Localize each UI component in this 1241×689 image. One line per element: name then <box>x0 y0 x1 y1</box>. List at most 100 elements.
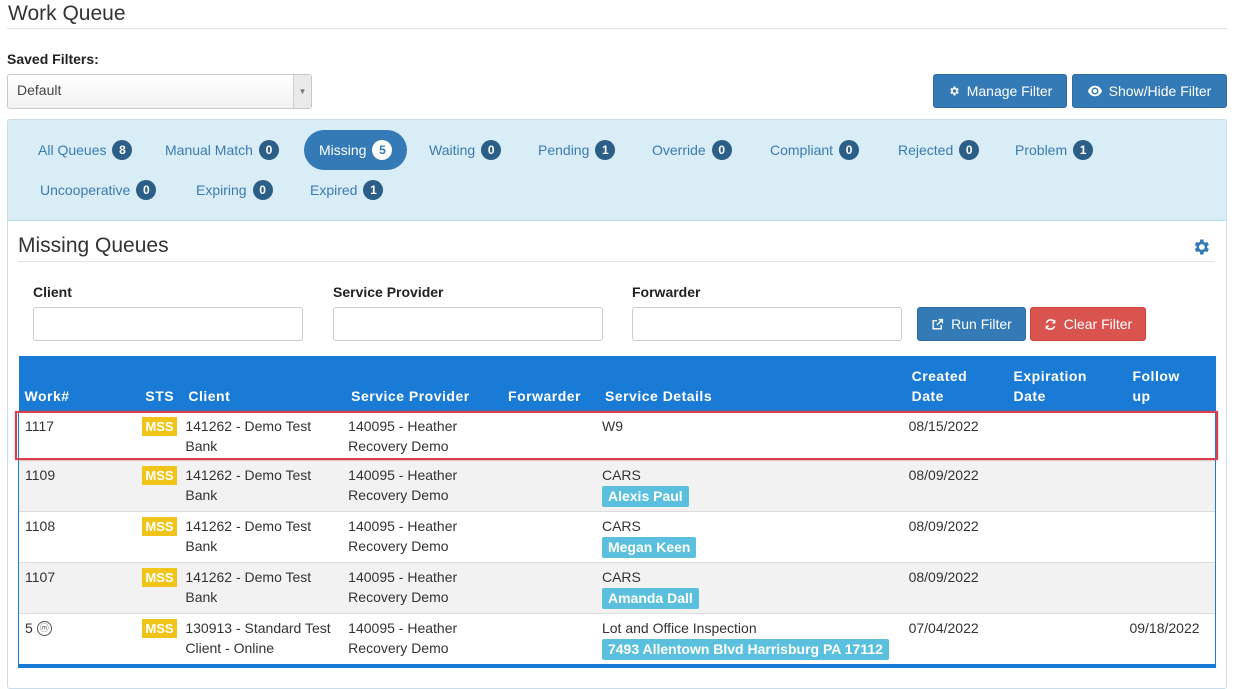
work-number-cell[interactable]: 1109 <box>18 459 140 511</box>
provider-line: 140095 - Heather <box>348 619 458 636</box>
tab-compliant[interactable]: Compliant 0 <box>770 130 860 170</box>
tab-uncooperative[interactable]: Uncooperative 0 <box>40 170 157 210</box>
forwarder-cell <box>502 410 599 460</box>
table-row[interactable]: 5 ⓜ MSS 130913 - Standard Test Client - On… <box>18 612 1217 666</box>
chevron-down-icon: ▼ <box>293 75 311 108</box>
forwarder-cell <box>502 510 599 562</box>
column-header-client[interactable]: Client <box>182 356 346 411</box>
column-header-work[interactable]: Work# <box>18 356 140 411</box>
provider-cell: 140095 - Heather Recovery Demo <box>345 612 503 666</box>
client-line: 130913 - Standard Test <box>185 619 331 636</box>
client-line: 141262 - Demo Test <box>185 568 312 585</box>
table-row[interactable]: 1117 MSS 141262 - Demo Test Bank 140095 -… <box>18 410 1217 460</box>
provider-filter-label: Service Provider <box>333 284 444 300</box>
header-line: Created <box>911 367 968 384</box>
work-number-cell[interactable]: 1108 <box>18 510 140 562</box>
forwarder-filter-label: Forwarder <box>632 284 701 300</box>
tab-label: Expired <box>310 182 358 198</box>
status-cell: MSS <box>139 561 183 613</box>
header-line: Date <box>911 387 944 404</box>
header-line: Expiration <box>1013 367 1087 384</box>
status-badge: MSS <box>142 567 177 587</box>
provider-line: 140095 - Heather <box>348 466 458 483</box>
table-row[interactable]: 1107 MSS 141262 - Demo Test Bank 140095 -… <box>18 561 1217 613</box>
tab-count-badge: 0 <box>136 180 157 200</box>
tab-label: All Queues <box>38 142 107 158</box>
status-cell: MSS <box>139 612 183 666</box>
tab-missing[interactable]: Missing 5 <box>304 130 408 170</box>
tab-count-badge: 0 <box>258 140 279 160</box>
created-date-cell: 07/04/2022 <box>905 612 1008 666</box>
header-line: up <box>1132 387 1151 404</box>
detail-text: CARS <box>601 517 641 534</box>
created-date-cell: 08/09/2022 <box>905 459 1008 511</box>
status-cell: MSS <box>139 459 183 511</box>
column-header-created[interactable]: Created Date <box>905 356 1008 411</box>
tab-problem[interactable]: Problem 1 <box>1015 130 1094 170</box>
clear-filter-label: Clear Filter <box>1063 316 1133 332</box>
details-cell: CARS Amanda Dall <box>598 561 906 613</box>
provider-line: Recovery Demo <box>348 437 449 454</box>
provider-line: Recovery Demo <box>348 537 449 554</box>
tab-count-badge: 8 <box>112 140 133 160</box>
column-header-follow-up[interactable]: Follow up <box>1126 356 1216 411</box>
address-tag[interactable]: 7493 Allentown Blvd Harrisburg PA 17112 <box>601 638 889 660</box>
gear-icon[interactable] <box>1191 237 1211 257</box>
tab-override[interactable]: Override 0 <box>652 130 732 170</box>
forwarder-cell <box>502 561 599 613</box>
work-number-cell[interactable]: 5 ⓜ <box>18 612 140 666</box>
client-cell: 141262 - Demo Test Bank <box>182 510 346 562</box>
tab-expired[interactable]: Expired 1 <box>310 170 384 210</box>
column-header-forwarder[interactable]: Forwarder <box>502 356 599 411</box>
tab-label: Missing <box>319 142 367 158</box>
details-cell: Lot and Office Inspection 7493 Allentown … <box>598 612 906 666</box>
client-line: Bank <box>185 537 218 554</box>
refresh-icon <box>1045 318 1056 330</box>
detail-text: Lot and Office Inspection <box>601 619 757 636</box>
created-date-cell: 08/09/2022 <box>905 510 1008 562</box>
tab-pending[interactable]: Pending 1 <box>538 130 616 170</box>
tab-all-queues[interactable]: All Queues 8 <box>38 130 133 170</box>
run-filter-button[interactable]: Run Filter <box>917 307 1026 341</box>
manual-icon: ⓜ <box>36 621 52 637</box>
table-row[interactable]: 1108 MSS 141262 - Demo Test Bank 140095 -… <box>18 510 1217 562</box>
work-number: 5 <box>25 619 33 636</box>
status-badge: MSS <box>142 416 177 436</box>
expiration-date-cell <box>1007 459 1127 511</box>
tab-count-badge: 1 <box>595 140 616 160</box>
provider-line: 140095 - Heather <box>348 417 458 434</box>
tab-count-badge: 0 <box>252 180 273 200</box>
provider-filter-input[interactable] <box>333 307 603 341</box>
client-line: 141262 - Demo Test <box>185 466 312 483</box>
column-header-expiration[interactable]: Expiration Date <box>1007 356 1127 411</box>
column-header-details[interactable]: Service Details <box>598 356 906 411</box>
work-number-cell[interactable]: 1117 <box>18 410 140 460</box>
client-cell: 141262 - Demo Test Bank <box>182 410 346 460</box>
saved-filters-select[interactable]: Default ▼ <box>7 74 312 109</box>
client-filter-input[interactable] <box>33 307 303 341</box>
saved-filters-value: Default <box>17 82 62 98</box>
contact-tag[interactable]: Alexis Paul <box>601 485 689 507</box>
tab-label: Pending <box>538 142 590 158</box>
column-header-sts[interactable]: STS <box>139 356 183 411</box>
contact-tag[interactable]: Megan Keen <box>601 536 697 558</box>
tab-manual-match[interactable]: Manual Match 0 <box>165 130 279 170</box>
provider-line: Recovery Demo <box>348 639 449 656</box>
column-header-provider[interactable]: Service Provider <box>345 356 503 411</box>
show-hide-filter-button[interactable]: Show/Hide Filter <box>1072 74 1227 108</box>
tab-expiring[interactable]: Expiring 0 <box>196 170 273 210</box>
forwarder-filter-input[interactable] <box>632 307 902 341</box>
table-row[interactable]: 1109 MSS 141262 - Demo Test Bank 140095 -… <box>18 459 1217 511</box>
manage-filter-button[interactable]: Manage Filter <box>933 74 1067 108</box>
tab-rejected[interactable]: Rejected 0 <box>898 130 980 170</box>
contact-tag[interactable]: Amanda Dall <box>601 587 699 609</box>
clear-filter-button[interactable]: Clear Filter <box>1030 307 1146 341</box>
tab-waiting[interactable]: Waiting 0 <box>429 130 502 170</box>
client-line: 141262 - Demo Test <box>185 417 312 434</box>
expiration-date-cell <box>1007 561 1127 613</box>
tab-label: Manual Match <box>165 142 253 158</box>
details-cell: W9 <box>598 410 906 460</box>
header-line: Follow <box>1132 367 1180 384</box>
work-number-cell[interactable]: 1107 <box>18 561 140 613</box>
provider-cell: 140095 - Heather Recovery Demo <box>345 459 503 511</box>
